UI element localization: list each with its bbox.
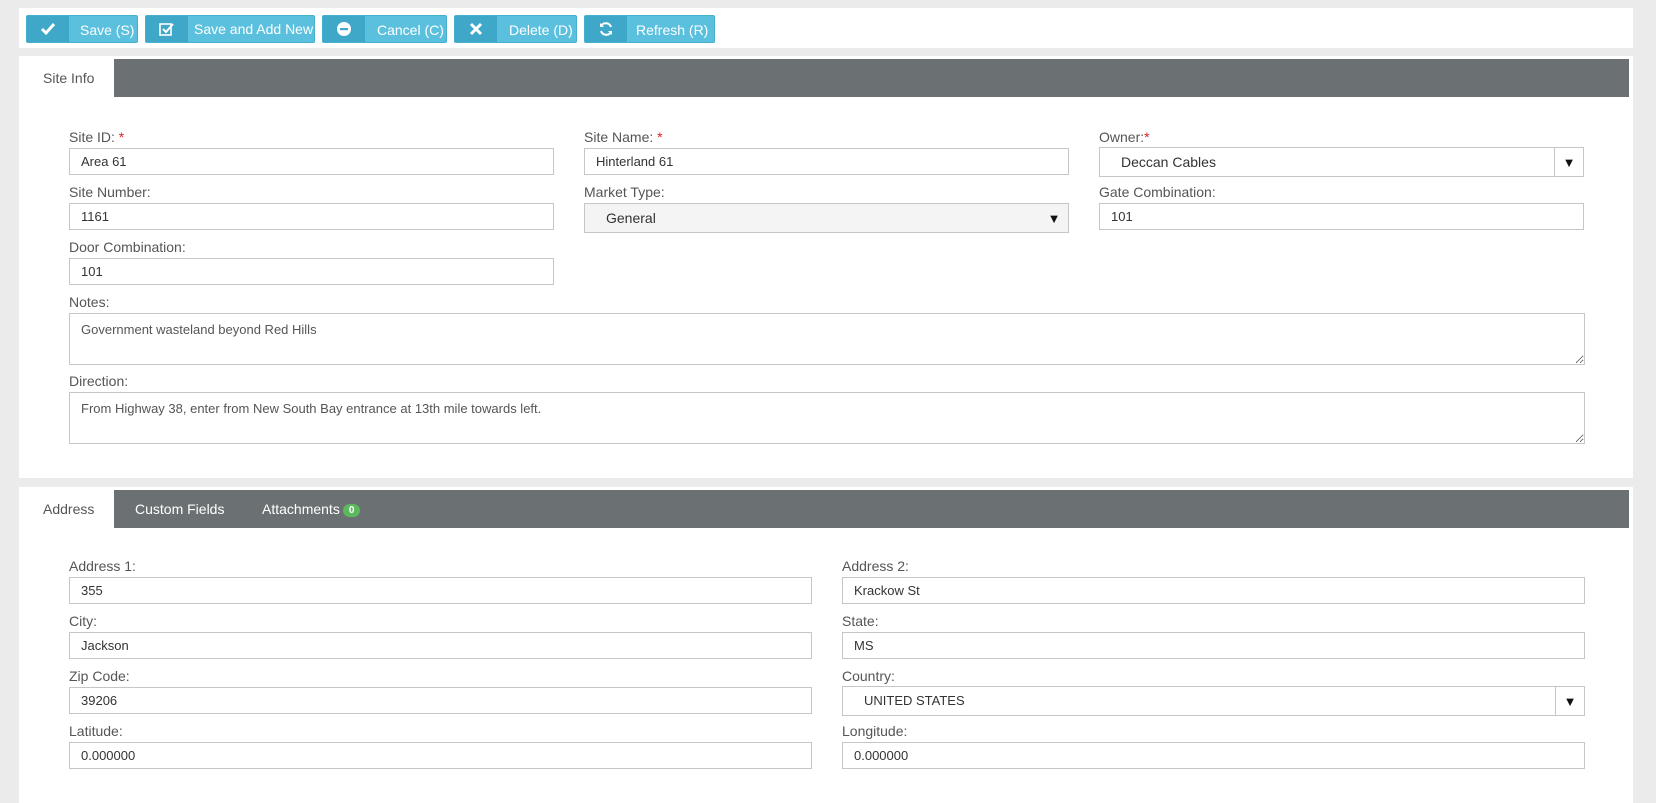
market-type-select[interactable]: General ▼ (584, 203, 1069, 233)
required-marker: * (118, 129, 125, 145)
refresh-icon (585, 16, 627, 42)
owner-label: Owner:* (1099, 129, 1150, 145)
required-marker: * (657, 129, 663, 145)
site-id-label: Site ID: * (69, 129, 124, 145)
longitude-label: Longitude: (842, 723, 908, 739)
country-label: Country: (842, 668, 895, 684)
site-id-label-text: Site ID: (69, 129, 115, 145)
save-and-add-new-button[interactable]: Save and Add New (145, 15, 315, 43)
address2-input[interactable] (842, 577, 1585, 604)
notes-textarea[interactable]: Government wasteland beyond Red Hills (69, 313, 1585, 365)
tab-site-info[interactable]: Site Info (21, 59, 114, 97)
site-info-tabbar: Site Info (21, 59, 1629, 97)
site-name-input[interactable] (584, 148, 1069, 175)
site-number-label: Site Number: (69, 184, 151, 200)
required-marker: * (1144, 129, 1150, 145)
site-name-label: Site Name: * (584, 129, 663, 145)
city-label: City: (69, 613, 97, 629)
gate-combination-label: Gate Combination: (1099, 184, 1216, 200)
delete-button[interactable]: Delete (D) (454, 15, 577, 43)
state-label: State: (842, 613, 879, 629)
address-tabbar: Address Custom Fields Attachments 0 (21, 490, 1629, 528)
door-combination-label: Door Combination: (69, 239, 186, 255)
refresh-button[interactable]: Refresh (R) (584, 15, 715, 43)
direction-textarea[interactable]: From Highway 38, enter from New South Ba… (69, 392, 1585, 444)
owner-label-text: Owner: (1099, 129, 1145, 145)
latitude-label: Latitude: (69, 723, 123, 739)
country-select[interactable]: UNITED STATES ▼ (842, 686, 1585, 716)
tab-attachments-label: Attachments (262, 501, 340, 517)
address1-label: Address 1: (69, 558, 136, 574)
minus-circle-icon (323, 16, 365, 42)
address2-label: Address 2: (842, 558, 909, 574)
check-square-icon (146, 16, 188, 42)
zip-code-label: Zip Code: (69, 668, 130, 684)
save-and-add-new-label: Save and Add New (194, 21, 314, 37)
market-type-label: Market Type: (584, 184, 665, 200)
country-select-value: UNITED STATES (864, 693, 965, 708)
address1-input[interactable] (69, 577, 812, 604)
caret-down-icon[interactable]: ▼ (1555, 687, 1584, 715)
tab-address[interactable]: Address (21, 490, 114, 528)
city-input[interactable] (69, 632, 812, 659)
owner-select-value: Deccan Cables (1121, 154, 1216, 170)
refresh-button-label: Refresh (R) (636, 22, 709, 38)
cancel-button[interactable]: Cancel (C) (322, 15, 447, 43)
attachments-count-badge: 0 (342, 504, 361, 517)
caret-down-icon[interactable]: ▼ (1554, 148, 1583, 176)
cancel-button-label: Cancel (C) (377, 22, 444, 38)
save-button-label: Save (S) (80, 22, 135, 38)
door-combination-input[interactable] (69, 258, 554, 285)
site-number-input[interactable] (69, 203, 554, 230)
caret-down-icon[interactable]: ▼ (1040, 204, 1068, 232)
market-type-value: General (606, 210, 656, 226)
owner-select[interactable]: Deccan Cables ▼ (1099, 147, 1584, 177)
check-icon (27, 16, 69, 42)
state-input[interactable] (842, 632, 1585, 659)
site-name-label-text: Site Name: (584, 129, 654, 145)
direction-label: Direction: (69, 373, 129, 389)
toolbar: Save (S) Save and Add New Cancel (C) Del… (19, 8, 1633, 48)
delete-button-label: Delete (D) (509, 22, 573, 38)
save-button[interactable]: Save (S) (26, 15, 138, 43)
address-panel: Address Custom Fields Attachments 0 Addre… (19, 487, 1633, 803)
latitude-input[interactable] (69, 742, 812, 769)
zip-code-input[interactable] (69, 687, 812, 714)
tab-attachments[interactable]: Attachments 0 (262, 490, 361, 528)
notes-label: Notes: (69, 294, 110, 310)
longitude-input[interactable] (842, 742, 1585, 769)
tab-custom-fields[interactable]: Custom Fields (135, 490, 224, 528)
site-id-input[interactable] (69, 148, 554, 175)
site-info-panel: Site Info Site ID: * Site Name: * Owner:… (19, 56, 1633, 478)
gate-combination-input[interactable] (1099, 203, 1584, 230)
times-icon (455, 16, 497, 42)
